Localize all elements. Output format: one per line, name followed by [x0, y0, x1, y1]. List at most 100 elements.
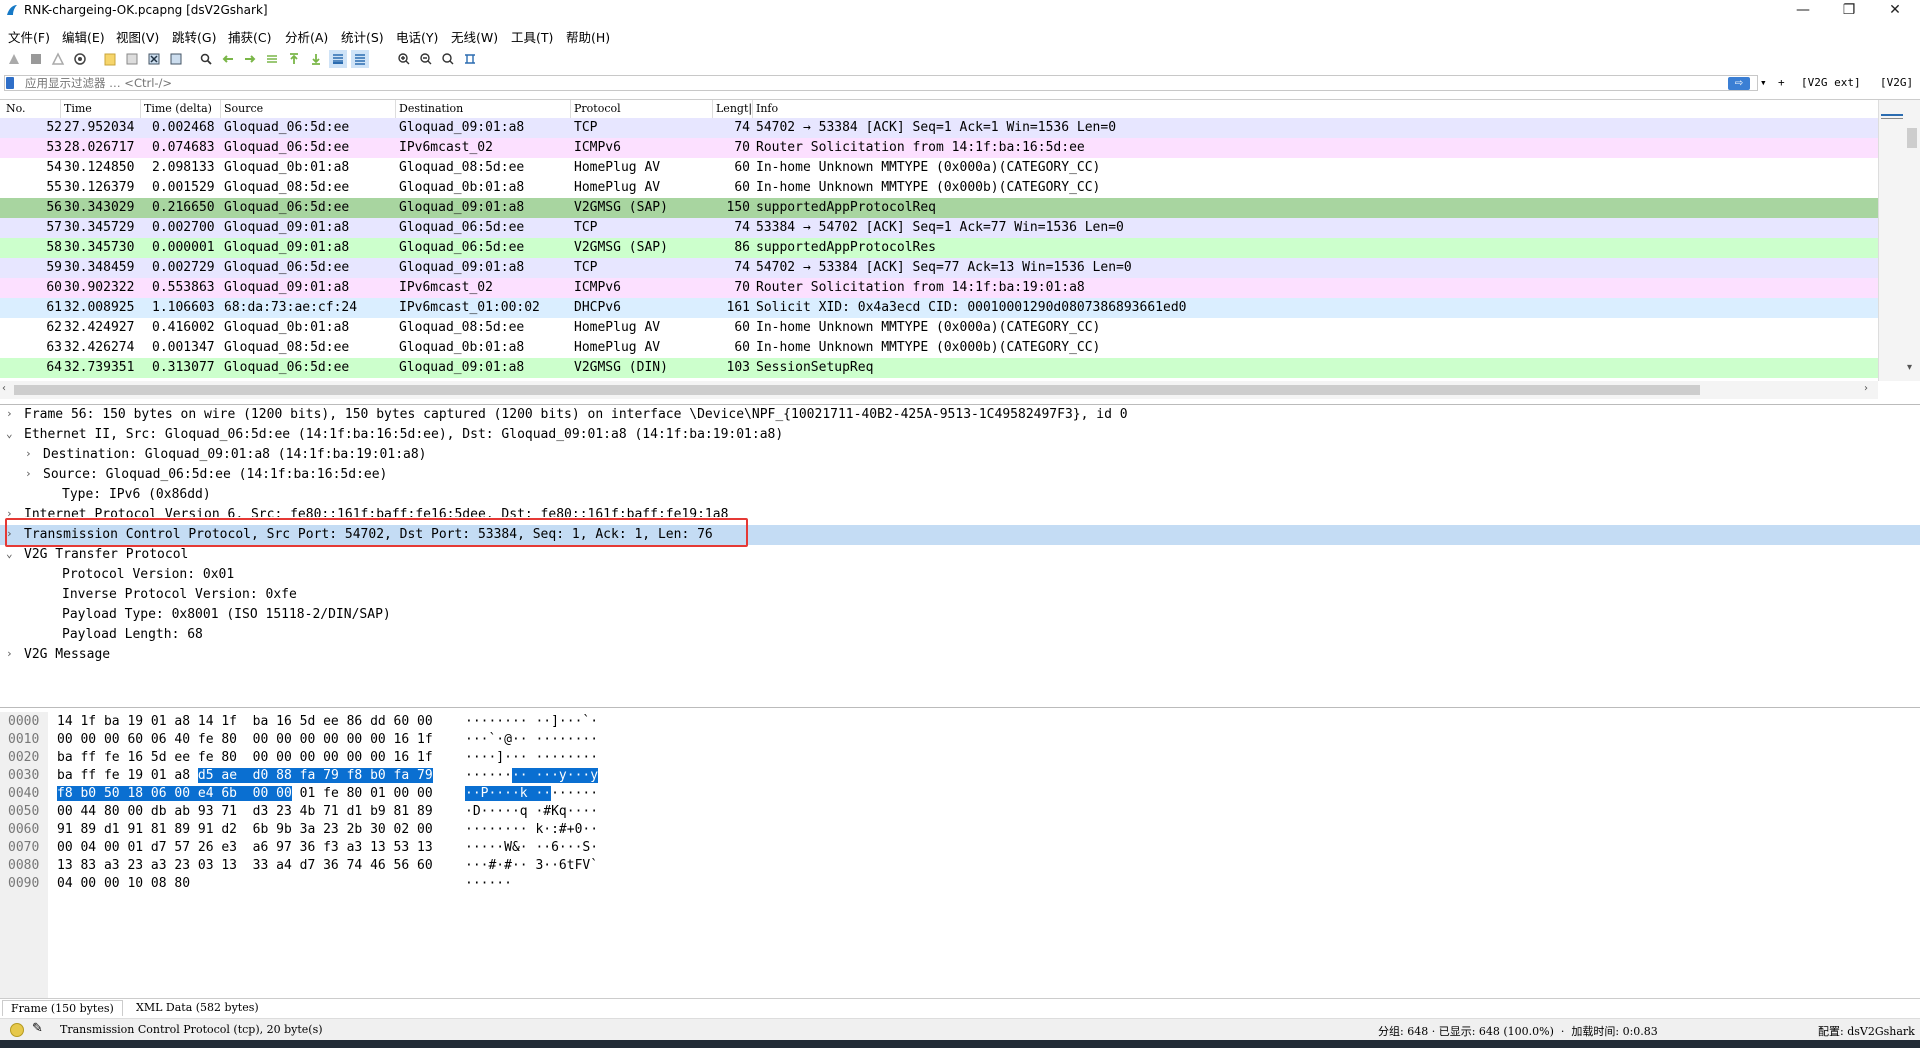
byte-hex-row[interactable]: 91 89 d1 91 81 89 91 d2 6b 9b 3a 23 2b 3… [57, 822, 433, 840]
minimize-button[interactable]: — [1780, 0, 1826, 22]
byte-hex-row[interactable]: ba ff fe 19 01 a8 d5 ae d0 88 fa 79 f8 b… [57, 768, 433, 786]
zoom-out-icon[interactable] [417, 50, 435, 68]
detail-row[interactable]: › Frame 56: 150 bytes on wire (1200 bits)… [0, 405, 1920, 425]
packet-row[interactable]: 61 32.008925 1.106603 68:da:73:ae:cf:24 IPv6… [0, 298, 1878, 318]
byte-ascii-row[interactable]: ···`·@·· ········ [465, 732, 598, 750]
scroll-left-icon[interactable]: ‹ [2, 383, 6, 394]
collapse-arrow-icon[interactable]: ⌄ [6, 547, 13, 560]
byte-ascii-row[interactable]: ········ ··]···`· [465, 714, 598, 732]
expand-arrow-icon[interactable]: › [6, 647, 13, 660]
edit-comment-icon[interactable]: ✎ [32, 1021, 43, 1036]
scroll-down-icon[interactable]: ▾ [1907, 362, 1912, 373]
byte-ascii-row[interactable]: ····]··· ········ [465, 750, 598, 768]
go-back-icon[interactable] [219, 50, 237, 68]
detail-row[interactable]: Protocol Version: 0x01 [0, 565, 1920, 585]
byte-hex-row[interactable]: 00 04 00 01 d7 57 26 e3 a6 97 36 f3 a3 1… [57, 840, 433, 858]
column-header-info[interactable]: Info [756, 102, 778, 115]
auto-scroll-icon[interactable] [329, 50, 347, 68]
menu-file[interactable]: 文件(F) [8, 27, 50, 46]
menu-analyze[interactable]: 分析(A) [285, 27, 328, 46]
packet-row[interactable]: 62 32.424927 0.416002 Gloquad_0b:01:a8 Gloqu… [0, 318, 1878, 338]
packet-row[interactable]: 57 30.345729 0.002700 Gloquad_09:01:a8 Gloqu… [0, 218, 1878, 238]
detail-row[interactable]: › Destination: Gloquad_09:01:a8 (14:1f:ba… [0, 445, 1920, 465]
byte-ascii-row[interactable]: ··P····k ········ [465, 786, 598, 804]
menu-help[interactable]: 帮助(H) [566, 27, 610, 46]
expand-arrow-icon[interactable]: › [6, 407, 13, 420]
tab-frame-bytes[interactable]: Frame (150 bytes) [2, 1000, 123, 1016]
packet-row[interactable]: 58 30.345730 0.000001 Gloquad_09:01:a8 Gloqu… [0, 238, 1878, 258]
filter-button-v2g-ext[interactable]: [V2G ext] [1801, 76, 1861, 89]
stop-capture-icon[interactable] [27, 50, 45, 68]
byte-hex-row[interactable]: 00 44 80 00 db ab 93 71 d3 23 4b 71 d1 b… [57, 804, 433, 822]
menu-go[interactable]: 跳转(G) [172, 27, 216, 46]
detail-row[interactable]: › V2G Message [0, 645, 1920, 665]
menu-capture[interactable]: 捕获(C) [228, 27, 271, 46]
column-header-source[interactable]: Source [224, 102, 263, 115]
expand-arrow-icon[interactable]: › [25, 447, 32, 460]
detail-row[interactable]: Payload Length: 68 [0, 625, 1920, 645]
scroll-right-icon[interactable]: › [1864, 383, 1868, 394]
scrollbar-thumb[interactable] [14, 385, 1700, 395]
resize-columns-icon[interactable] [461, 50, 479, 68]
collapse-arrow-icon[interactable]: ⌄ [6, 427, 13, 440]
packet-list-vertical-scrollbar[interactable]: ▾ [1878, 100, 1920, 381]
byte-ascii-row[interactable]: ·····W&· ··6···S· [465, 840, 598, 858]
byte-hex-row[interactable]: f8 b0 50 18 06 00 e4 6b 00 00 01 fe 80 0… [57, 786, 433, 804]
detail-row[interactable]: ⌄ V2G Transfer Protocol [0, 545, 1920, 565]
maximize-button[interactable]: ❐ [1826, 0, 1872, 22]
restart-capture-icon[interactable] [49, 50, 67, 68]
byte-hex-row[interactable]: 14 1f ba 19 01 a8 14 1f ba 16 5d ee 86 d… [57, 714, 433, 732]
packet-row[interactable]: 63 32.426274 0.001347 Gloquad_08:5d:ee Gloqu… [0, 338, 1878, 358]
detail-row[interactable]: Inverse Protocol Version: 0xfe [0, 585, 1920, 605]
filter-button-v2g[interactable]: [V2G] [1880, 76, 1913, 89]
packet-row[interactable]: 54 30.124850 2.098133 Gloquad_0b:01:a8 Gloqu… [0, 158, 1878, 178]
menu-edit[interactable]: 编辑(E) [62, 27, 105, 46]
column-header-destination[interactable]: Destination [399, 102, 463, 115]
tab-xml-data[interactable]: XML Data (582 bytes) [128, 1000, 267, 1015]
zoom-in-icon[interactable] [395, 50, 413, 68]
column-header-time[interactable]: Time [64, 102, 92, 115]
packet-row[interactable]: 60 30.902322 0.553863 Gloquad_09:01:a8 IPv6m… [0, 278, 1878, 298]
filter-bookmark-icon[interactable] [6, 77, 14, 89]
packet-row[interactable]: 53 28.026717 0.074683 Gloquad_06:5d:ee IPv6m… [0, 138, 1878, 158]
detail-row[interactable]: › Internet Protocol Version 6, Src: fe80:… [0, 505, 1920, 517]
capture-options-icon[interactable] [71, 50, 89, 68]
byte-ascii-row[interactable]: ······ [465, 876, 512, 894]
apply-filter-button[interactable]: ⇨ [1728, 77, 1750, 90]
expand-arrow-icon[interactable]: › [6, 507, 13, 517]
go-to-packet-icon[interactable] [263, 50, 281, 68]
zoom-normal-icon[interactable] [439, 50, 457, 68]
find-packet-icon[interactable] [197, 50, 215, 68]
column-header-delta[interactable]: Time (delta) [144, 102, 212, 115]
byte-ascii-row[interactable]: ·D·····q ·#Kq···· [465, 804, 598, 822]
byte-hex-row[interactable]: 00 00 00 60 06 40 fe 80 00 00 00 00 00 0… [57, 732, 433, 750]
column-header-protocol[interactable]: Protocol [574, 102, 621, 115]
expert-info-icon[interactable] [10, 1023, 24, 1037]
byte-hex-row[interactable]: 04 00 00 10 08 80 [57, 876, 190, 894]
go-first-packet-icon[interactable] [285, 50, 303, 68]
column-header-length[interactable]: Lengt| [716, 102, 752, 115]
reload-file-icon[interactable] [167, 50, 185, 68]
column-header-no[interactable]: No. [6, 102, 26, 115]
save-file-icon[interactable] [123, 50, 141, 68]
menu-wireless[interactable]: 无线(W) [451, 27, 498, 46]
packet-row[interactable]: 52 27.952034 0.002468 Gloquad_06:5d:ee Gloqu… [0, 118, 1878, 138]
menu-view[interactable]: 视图(V) [116, 27, 159, 46]
display-filter-input[interactable] [4, 75, 1758, 91]
go-forward-icon[interactable] [241, 50, 259, 68]
byte-hex-row[interactable]: 13 83 a3 23 a3 23 03 13 33 a4 d7 36 74 4… [57, 858, 433, 876]
byte-hex-row[interactable]: ba ff fe 16 5d ee fe 80 00 00 00 00 00 0… [57, 750, 433, 768]
go-last-packet-icon[interactable] [307, 50, 325, 68]
add-filter-button[interactable]: + [1778, 76, 1785, 89]
open-file-icon[interactable] [101, 50, 119, 68]
close-file-icon[interactable] [145, 50, 163, 68]
menu-telephony[interactable]: 电话(Y) [396, 27, 438, 46]
byte-ascii-row[interactable]: ········ k·:#+0·· [465, 822, 598, 840]
filter-dropdown-icon[interactable]: ▾ [1760, 76, 1767, 89]
scrollbar-thumb[interactable] [1907, 128, 1917, 148]
packet-list-horizontal-scrollbar[interactable]: ‹ › [0, 381, 1878, 399]
detail-row[interactable]: Type: IPv6 (0x86dd) [0, 485, 1920, 505]
status-profile[interactable]: 配置: dsV2Gshark [1818, 1023, 1915, 1039]
detail-row[interactable]: Payload Type: 0x8001 (ISO 15118-2/DIN/SA… [0, 605, 1920, 625]
byte-ascii-row[interactable]: ···#·#·· 3··6tFV` [465, 858, 598, 876]
